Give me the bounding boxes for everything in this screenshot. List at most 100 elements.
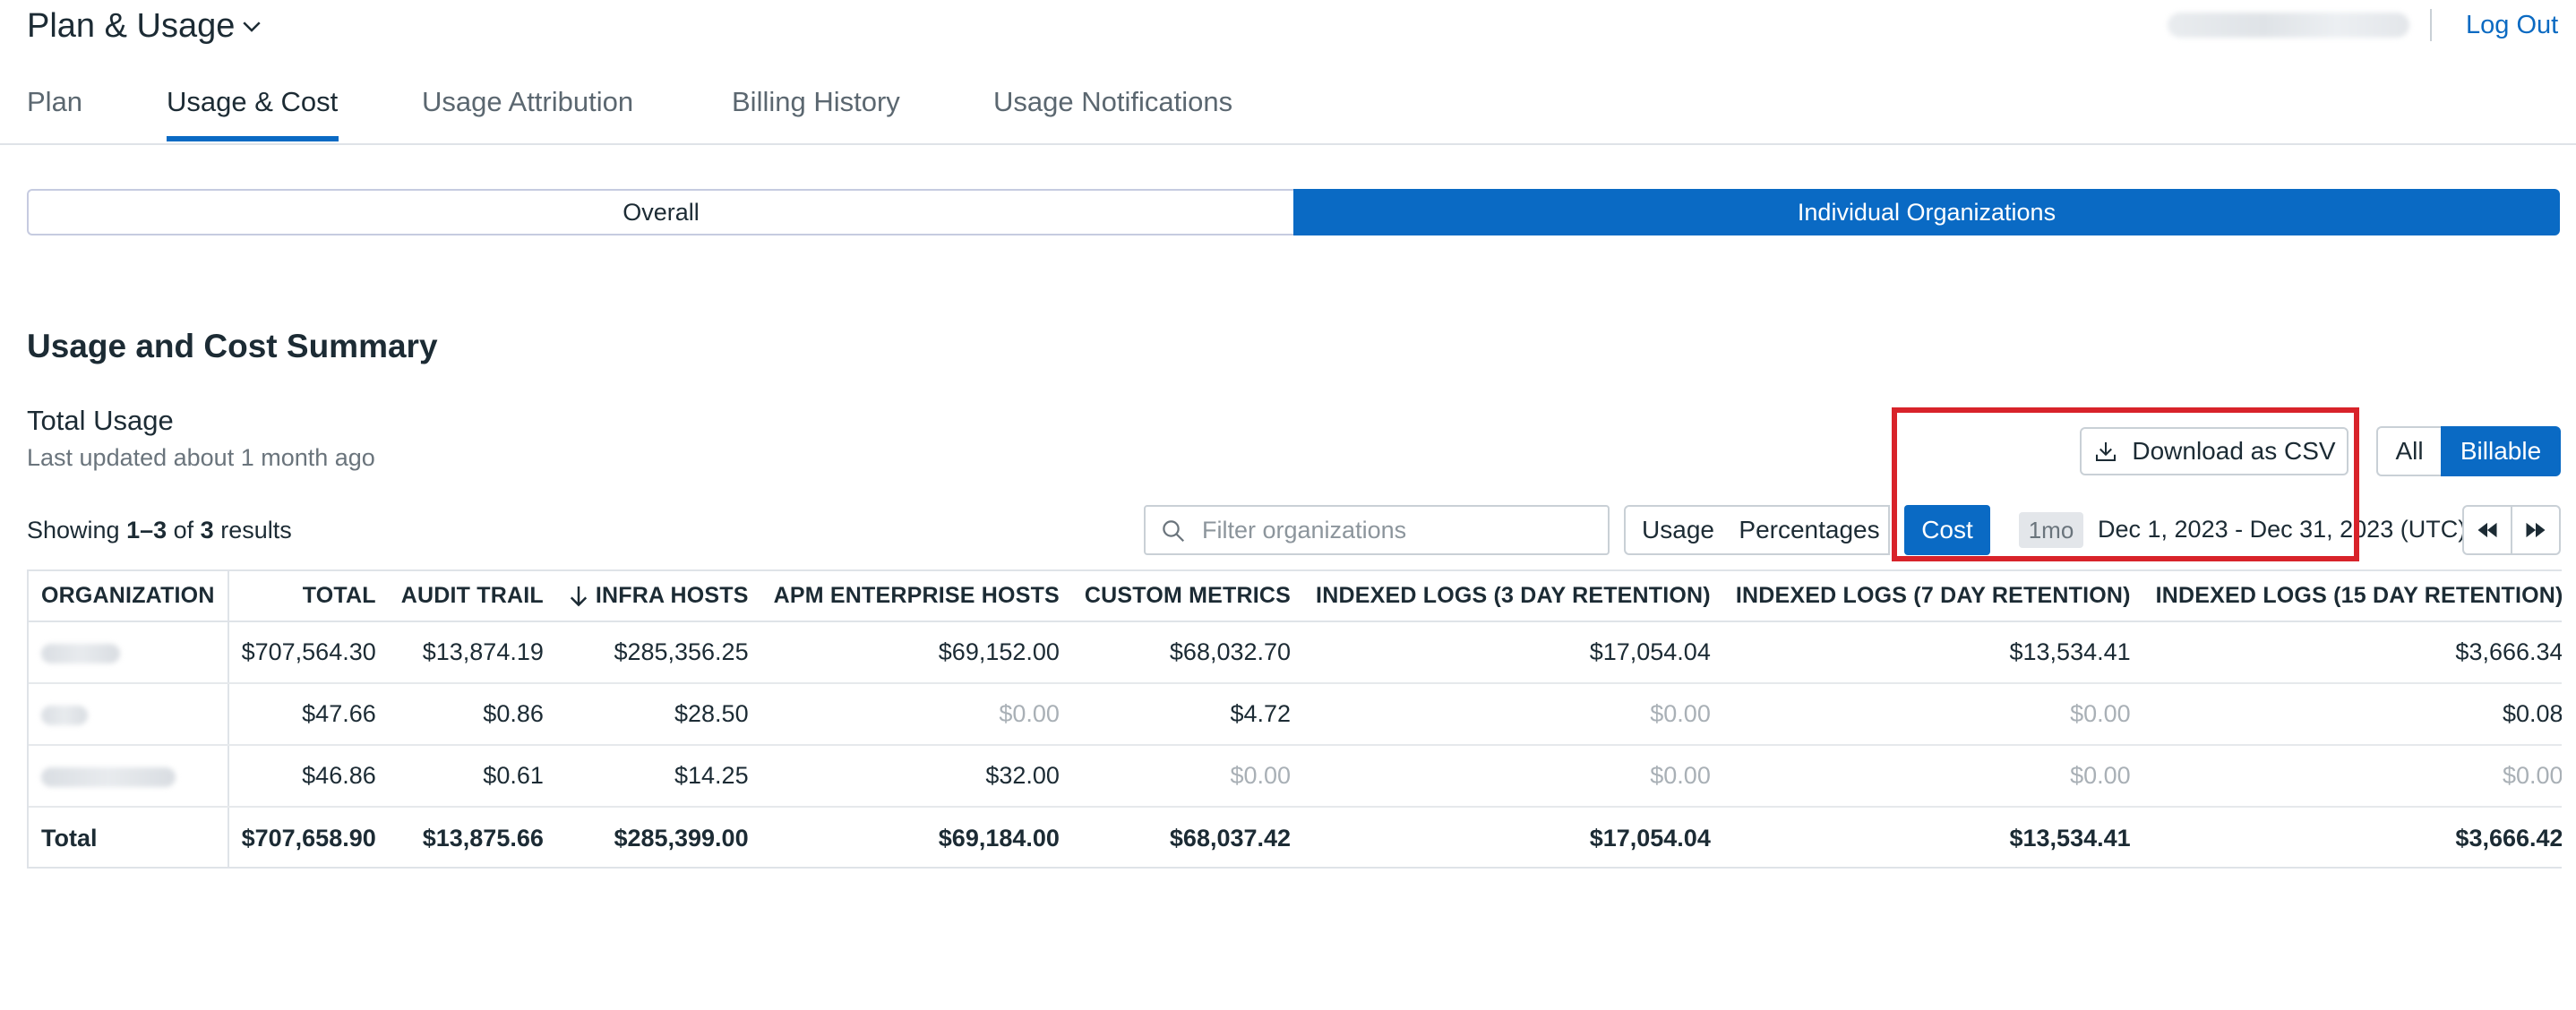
organization-name-redacted (41, 705, 88, 725)
showing-count: 3 (200, 517, 214, 544)
user-account-name-redacted (2168, 13, 2409, 38)
table-cell: $0.00 (1303, 745, 1723, 808)
showing-prefix: Showing (27, 517, 127, 544)
column-header-label: INDEXED LOGS (3 DAY RETENTION) (1316, 583, 1711, 608)
logout-link[interactable]: Log Out (2466, 11, 2558, 40)
total-usage-label: Total Usage (27, 405, 174, 436)
table-cell: $69,184.00 (938, 825, 1060, 852)
organization-cell (29, 683, 229, 746)
tab-plan[interactable]: Plan (27, 86, 82, 118)
previous-period-button[interactable] (2462, 505, 2512, 555)
scope-billable-button[interactable]: Billable (2441, 426, 2561, 476)
mode-usage-button[interactable]: Usage (1624, 505, 1732, 555)
rewind-icon (2477, 522, 2497, 538)
table-cell: $0.00 (1303, 683, 1723, 746)
individual-organizations-toggle[interactable]: Individual Organizations (1293, 189, 2560, 235)
column-header-label: APM ENTERPRISE HOSTS (773, 583, 1060, 608)
column-header-infra-hosts[interactable]: INFRA HOSTS (555, 571, 761, 622)
table-total-row: Total $707,658.90 $13,875.66 $285,399.00 $69… (29, 807, 2562, 867)
organization-name-redacted (41, 643, 120, 663)
section-title: Usage and Cost Summary (27, 328, 438, 364)
organization-cell (29, 621, 229, 684)
table-cell: $17,054.04 (1303, 621, 1723, 684)
results-count: Showing 1–3 of 3 results (27, 517, 292, 544)
table-cell: $13,874.19 (388, 621, 556, 684)
column-header-label: TOTAL (302, 583, 376, 608)
table-cell: $46.86 (228, 745, 389, 808)
mode-percentages-label: Percentages (1739, 516, 1880, 544)
next-period-button[interactable] (2511, 505, 2561, 555)
column-header-indexed-logs-7-day[interactable]: INDEXED LOGS (7 DAY RETENTION) (1722, 571, 2143, 622)
table-row: $46.86 $0.61 $14.25 $32.00 $0.00 $0.00 $0.00 $0… (29, 745, 2562, 808)
column-header-label: CUSTOM METRICS (1084, 583, 1292, 608)
table-cell: $0.00 (1722, 745, 2143, 808)
column-header-audit-trail[interactable]: AUDIT TRAIL (388, 571, 556, 622)
table-cell: $68,032.70 (1071, 621, 1304, 684)
column-header-custom-metrics[interactable]: CUSTOM METRICS (1071, 571, 1304, 622)
individual-organizations-toggle-label: Individual Organizations (1797, 198, 2057, 226)
organization-cell (29, 745, 229, 808)
last-updated-text: Last updated about 1 month ago (27, 444, 375, 471)
showing-range: 1–3 (126, 517, 167, 544)
table-cell: $707,658.90 (241, 825, 376, 852)
table-cell: $285,399.00 (614, 825, 749, 852)
active-tab-indicator (167, 136, 339, 141)
table-cell: $0.00 (2142, 745, 2562, 808)
table-cell: $707,564.30 (228, 621, 389, 684)
scope-all-button[interactable]: All (2376, 426, 2441, 476)
search-icon (1163, 520, 1185, 543)
organization-name-redacted (41, 766, 176, 787)
table-cell: $0.00 (760, 683, 1072, 746)
mode-cost-button[interactable]: Cost (1904, 505, 1990, 555)
table-cell: $0.08 (2142, 683, 2562, 746)
column-header-label: AUDIT TRAIL (400, 583, 544, 608)
tab-usage-and-cost[interactable]: Usage & Cost (167, 86, 338, 118)
filter-organizations-input[interactable] (1202, 507, 1596, 553)
page-title: Plan & Usage (27, 7, 236, 45)
fast-forward-icon (2526, 522, 2546, 538)
tab-billing-history[interactable]: Billing History (732, 86, 900, 118)
column-header-indexed-logs-15-day[interactable]: INDEXED LOGS (15 DAY RETENTION) (2142, 571, 2562, 622)
table-cell: $69,152.00 (760, 621, 1072, 684)
column-header-total[interactable]: TOTAL (228, 571, 389, 622)
table-cell: $13,875.66 (422, 825, 544, 852)
column-header-label: ORGANIZATION (41, 583, 215, 608)
column-header-organization[interactable]: ORGANIZATION (29, 571, 229, 622)
overall-toggle[interactable]: Overall (27, 189, 1293, 235)
table-cell: $0.61 (388, 745, 556, 808)
period-badge: 1mo (2019, 512, 2083, 548)
table-row: $47.66 $0.86 $28.50 $0.00 $4.72 $0.00 $0.00 $0.… (29, 683, 2562, 746)
column-header-apm-enterprise-hosts[interactable]: APM ENTERPRISE HOSTS (760, 571, 1072, 622)
date-range-picker[interactable]: Dec 1, 2023 - Dec 31, 2023 (UTC) (2098, 516, 2466, 544)
scope-all-label: All (2395, 437, 2424, 465)
tabs-divider (0, 143, 2576, 145)
column-header-label: INDEXED LOGS (15 DAY RETENTION) (2155, 583, 2562, 608)
table-cell: $13,534.41 (1722, 621, 2143, 684)
arrow-down-icon (570, 586, 588, 607)
total-label-cell: Total (29, 807, 229, 867)
table-cell: $32.00 (760, 745, 1072, 808)
download-csv-button[interactable]: Download as CSV (2080, 427, 2348, 475)
table-cell: $0.00 (1071, 745, 1304, 808)
table-cell: $285,356.25 (555, 621, 761, 684)
scope-billable-label: Billable (2460, 437, 2542, 465)
column-header-label: INFRA HOSTS (595, 582, 749, 608)
table-cell: $3,666.34 (2142, 621, 2562, 684)
mode-percentages-button[interactable]: Percentages (1730, 505, 1890, 555)
usage-cost-table: ORGANIZATION TOTAL AUDIT TRAIL INFRA HOS… (29, 571, 2562, 867)
tab-usage-attribution[interactable]: Usage Attribution (422, 86, 633, 118)
table-cell: $28.50 (555, 683, 761, 746)
showing-of: of (167, 517, 201, 544)
table-header-row: ORGANIZATION TOTAL AUDIT TRAIL INFRA HOS… (29, 571, 2562, 622)
table-cell: $68,037.42 (1169, 825, 1292, 852)
column-header-indexed-logs-3-day[interactable]: INDEXED LOGS (3 DAY RETENTION) (1303, 571, 1723, 622)
overall-toggle-label: Overall (623, 198, 700, 226)
table-cell: $3,666.42 (2455, 825, 2562, 852)
chevron-down-icon[interactable] (238, 13, 265, 39)
table-row: $707,564.30 $13,874.19 $285,356.25 $69,152.… (29, 621, 2562, 684)
mode-usage-label: Usage (1642, 516, 1714, 544)
table-cell: $17,054.04 (1589, 825, 1711, 852)
tab-usage-notifications[interactable]: Usage Notifications (993, 86, 1232, 118)
table-cell: $4.72 (1071, 683, 1304, 746)
download-csv-label: Download as CSV (2132, 437, 2336, 465)
